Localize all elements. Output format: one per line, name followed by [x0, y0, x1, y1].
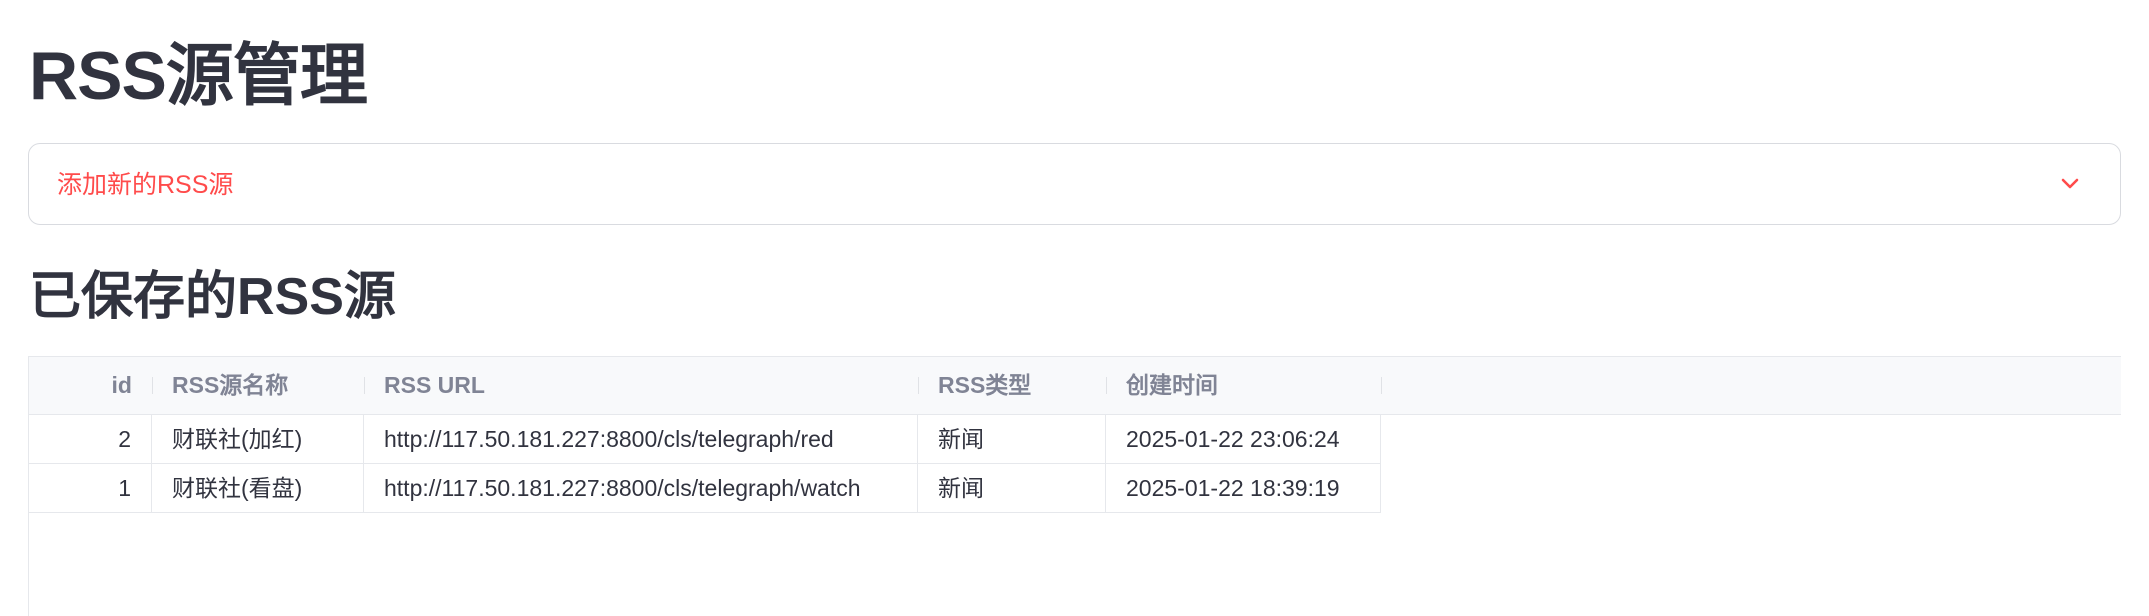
column-header-name[interactable]: RSS源名称	[172, 357, 288, 414]
table-row[interactable]: 1 财联社(看盘) http://117.50.181.227:8800/cls…	[29, 464, 1381, 513]
cell-created[interactable]: 2025-01-22 23:06:24	[1106, 415, 1381, 463]
column-divider	[1106, 377, 1107, 394]
cell-id[interactable]: 2	[29, 415, 152, 463]
cell-type[interactable]: 新闻	[918, 415, 1106, 463]
column-header-url[interactable]: RSS URL	[384, 357, 485, 414]
add-rss-expander[interactable]: 添加新的RSS源	[28, 143, 2121, 225]
expander-label: 添加新的RSS源	[57, 171, 234, 199]
table-row[interactable]: 2 财联社(加红) http://117.50.181.227:8800/cls…	[29, 415, 1381, 464]
cell-id[interactable]: 1	[29, 464, 152, 512]
rss-table[interactable]: id RSS源名称 RSS URL RSS类型 创建时间 2 财联社(加红) h…	[28, 356, 2121, 616]
column-divider	[918, 377, 919, 394]
column-header-type[interactable]: RSS类型	[938, 357, 1031, 414]
cell-url[interactable]: http://117.50.181.227:8800/cls/telegraph…	[364, 464, 918, 512]
page-title: RSS源管理	[29, 38, 368, 114]
column-divider	[364, 377, 365, 394]
section-title: 已保存的RSS源	[29, 268, 396, 326]
column-header-id[interactable]: id	[29, 357, 132, 414]
column-header-created[interactable]: 创建时间	[1126, 357, 1218, 414]
column-divider	[1381, 377, 1382, 394]
cell-name[interactable]: 财联社(看盘)	[152, 464, 364, 512]
table-header: id RSS源名称 RSS URL RSS类型 创建时间	[29, 357, 2121, 415]
column-divider	[152, 377, 153, 394]
cell-url[interactable]: http://117.50.181.227:8800/cls/telegraph…	[364, 415, 918, 463]
cell-name[interactable]: 财联社(加红)	[152, 415, 364, 463]
cell-type[interactable]: 新闻	[918, 464, 1106, 512]
chevron-down-icon	[2061, 178, 2079, 189]
cell-created[interactable]: 2025-01-22 18:39:19	[1106, 464, 1381, 512]
